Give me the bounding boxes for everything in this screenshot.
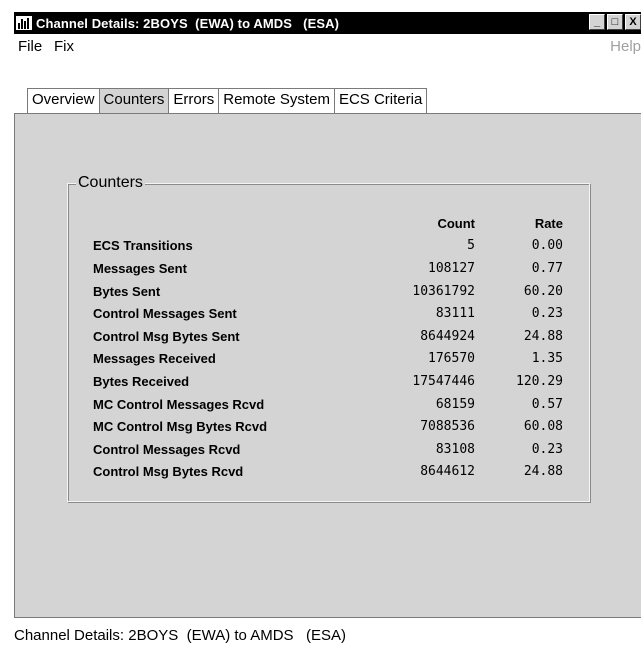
counter-rate: 0.23 [531,442,563,457]
table-row: Messages Sent 108127 0.77 [0,261,641,283]
maximize-button[interactable]: □ [607,14,623,30]
table-row: Messages Received 176570 1.35 [0,351,641,373]
menu-bar: File Fix Help [14,38,641,58]
count-column-header: Count [437,216,475,231]
tab-remote-system[interactable]: Remote System [218,88,335,113]
counter-count: 83111 [435,306,475,321]
counter-rate: 60.08 [523,419,563,434]
counter-rate: 0.77 [531,261,563,276]
table-row: Control Messages Rcvd 83108 0.23 [0,442,641,464]
tab-counters[interactable]: Counters [98,88,170,113]
table-row: Bytes Received 17547446 120.29 [0,374,641,396]
counter-count: 83108 [435,442,475,457]
rate-column-header: Rate [534,216,563,231]
counter-label: Control Msg Bytes Sent [93,329,240,344]
table-row: Bytes Sent 10361792 60.20 [0,284,641,306]
counter-count: 5 [467,238,475,253]
table-row: MC Control Msg Bytes Rcvd 7088536 60.08 [0,419,641,441]
counter-label: ECS Transitions [93,238,193,253]
counter-label: Messages Sent [93,261,187,276]
tab-errors[interactable]: Errors [168,88,220,113]
close-button[interactable]: X [625,14,641,30]
table-row: ECS Transitions 5 0.00 [0,238,641,260]
counter-rate: 60.20 [523,284,563,299]
counter-label: Messages Received [93,351,216,366]
counter-count: 8644924 [420,329,475,344]
app-chart-icon [16,16,32,30]
counter-label: Control Msg Bytes Rcvd [93,464,244,479]
counter-label: MC Control Msg Bytes Rcvd [93,419,268,434]
counter-rate: 0.23 [531,306,563,321]
menu-fix[interactable]: Fix [54,38,74,55]
counter-count: 17547446 [412,374,475,389]
counter-count: 176570 [428,351,475,366]
table-row: Control Messages Sent 83111 0.23 [0,306,641,328]
table-row: Control Msg Bytes Rcvd 8644612 24.88 [0,464,641,486]
counter-count: 7088536 [420,419,475,434]
counter-count: 8644612 [420,464,475,479]
counter-count: 108127 [428,261,475,276]
counter-count: 10361792 [412,284,475,299]
status-bar: Channel Details: 2BOYS (EWA) to AMDS (ES… [14,627,347,644]
counter-label: Control Messages Sent [93,306,237,321]
counter-rate: 0.00 [531,238,563,253]
table-row: Control Msg Bytes Sent 8644924 24.88 [0,329,641,351]
counter-rate: 0.57 [531,397,563,412]
table-row: MC Control Messages Rcvd 68159 0.57 [0,397,641,419]
counter-label: Bytes Sent [93,284,161,299]
counter-label: Control Messages Rcvd [93,442,241,457]
menu-help[interactable]: Help [610,38,641,55]
menu-file[interactable]: File [18,38,42,55]
counter-count: 68159 [435,397,475,412]
counter-rate: 24.88 [523,329,563,344]
tab-strip: Overview Counters Errors Remote System E… [27,88,428,113]
counter-label: MC Control Messages Rcvd [93,397,265,412]
title-bar[interactable]: Channel Details: 2BOYS (EWA) to AMDS (ES… [14,12,641,34]
tab-ecs-criteria[interactable]: ECS Criteria [333,88,428,113]
panel-divider [14,617,641,618]
counters-group-title: Counters [76,174,145,192]
counter-rate: 120.29 [516,374,563,389]
counter-rate: 1.35 [531,351,563,366]
counter-rate: 24.88 [523,464,563,479]
minimize-button[interactable]: _ [589,14,605,30]
counter-label: Bytes Received [93,374,190,389]
window-title: Channel Details: 2BOYS (EWA) to AMDS (ES… [36,15,340,31]
tab-overview[interactable]: Overview [27,88,100,113]
